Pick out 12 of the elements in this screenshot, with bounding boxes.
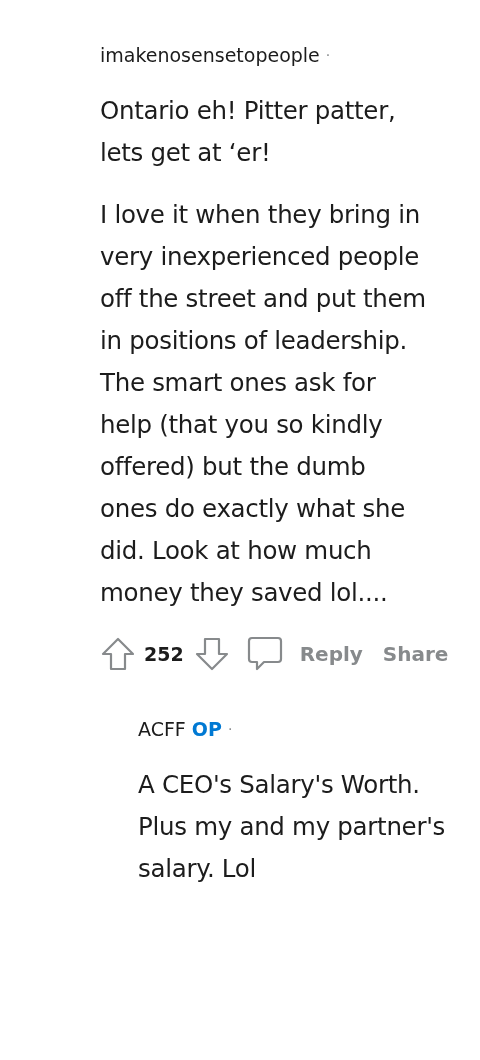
separator-dot: · xyxy=(227,721,233,737)
username[interactable]: ACFF xyxy=(138,718,186,740)
username[interactable]: imakenosensetopeople xyxy=(100,44,320,66)
vote-count: 252 xyxy=(144,643,184,665)
comment-text: I love it when they bring in very inexperienced people off the street and put them in positions of leadership. The smart ones ask for help (that you so kindly offered) but the dumb ones do exactly what she did. Look at how much money they saved lol.... xyxy=(100,199,426,609)
comment-text: Ontario eh! Pitter patter, lets get at ‘er! xyxy=(100,95,397,169)
op-label: OP xyxy=(191,718,222,740)
separator-dot: · xyxy=(325,47,331,63)
upvote-icon[interactable] xyxy=(100,636,136,672)
comment-text: A CEO's Salary's Worth. Plus my and my partner's salary. Lol xyxy=(138,769,447,885)
downvote-icon[interactable] xyxy=(193,636,230,672)
comment-icon[interactable] xyxy=(245,635,284,673)
